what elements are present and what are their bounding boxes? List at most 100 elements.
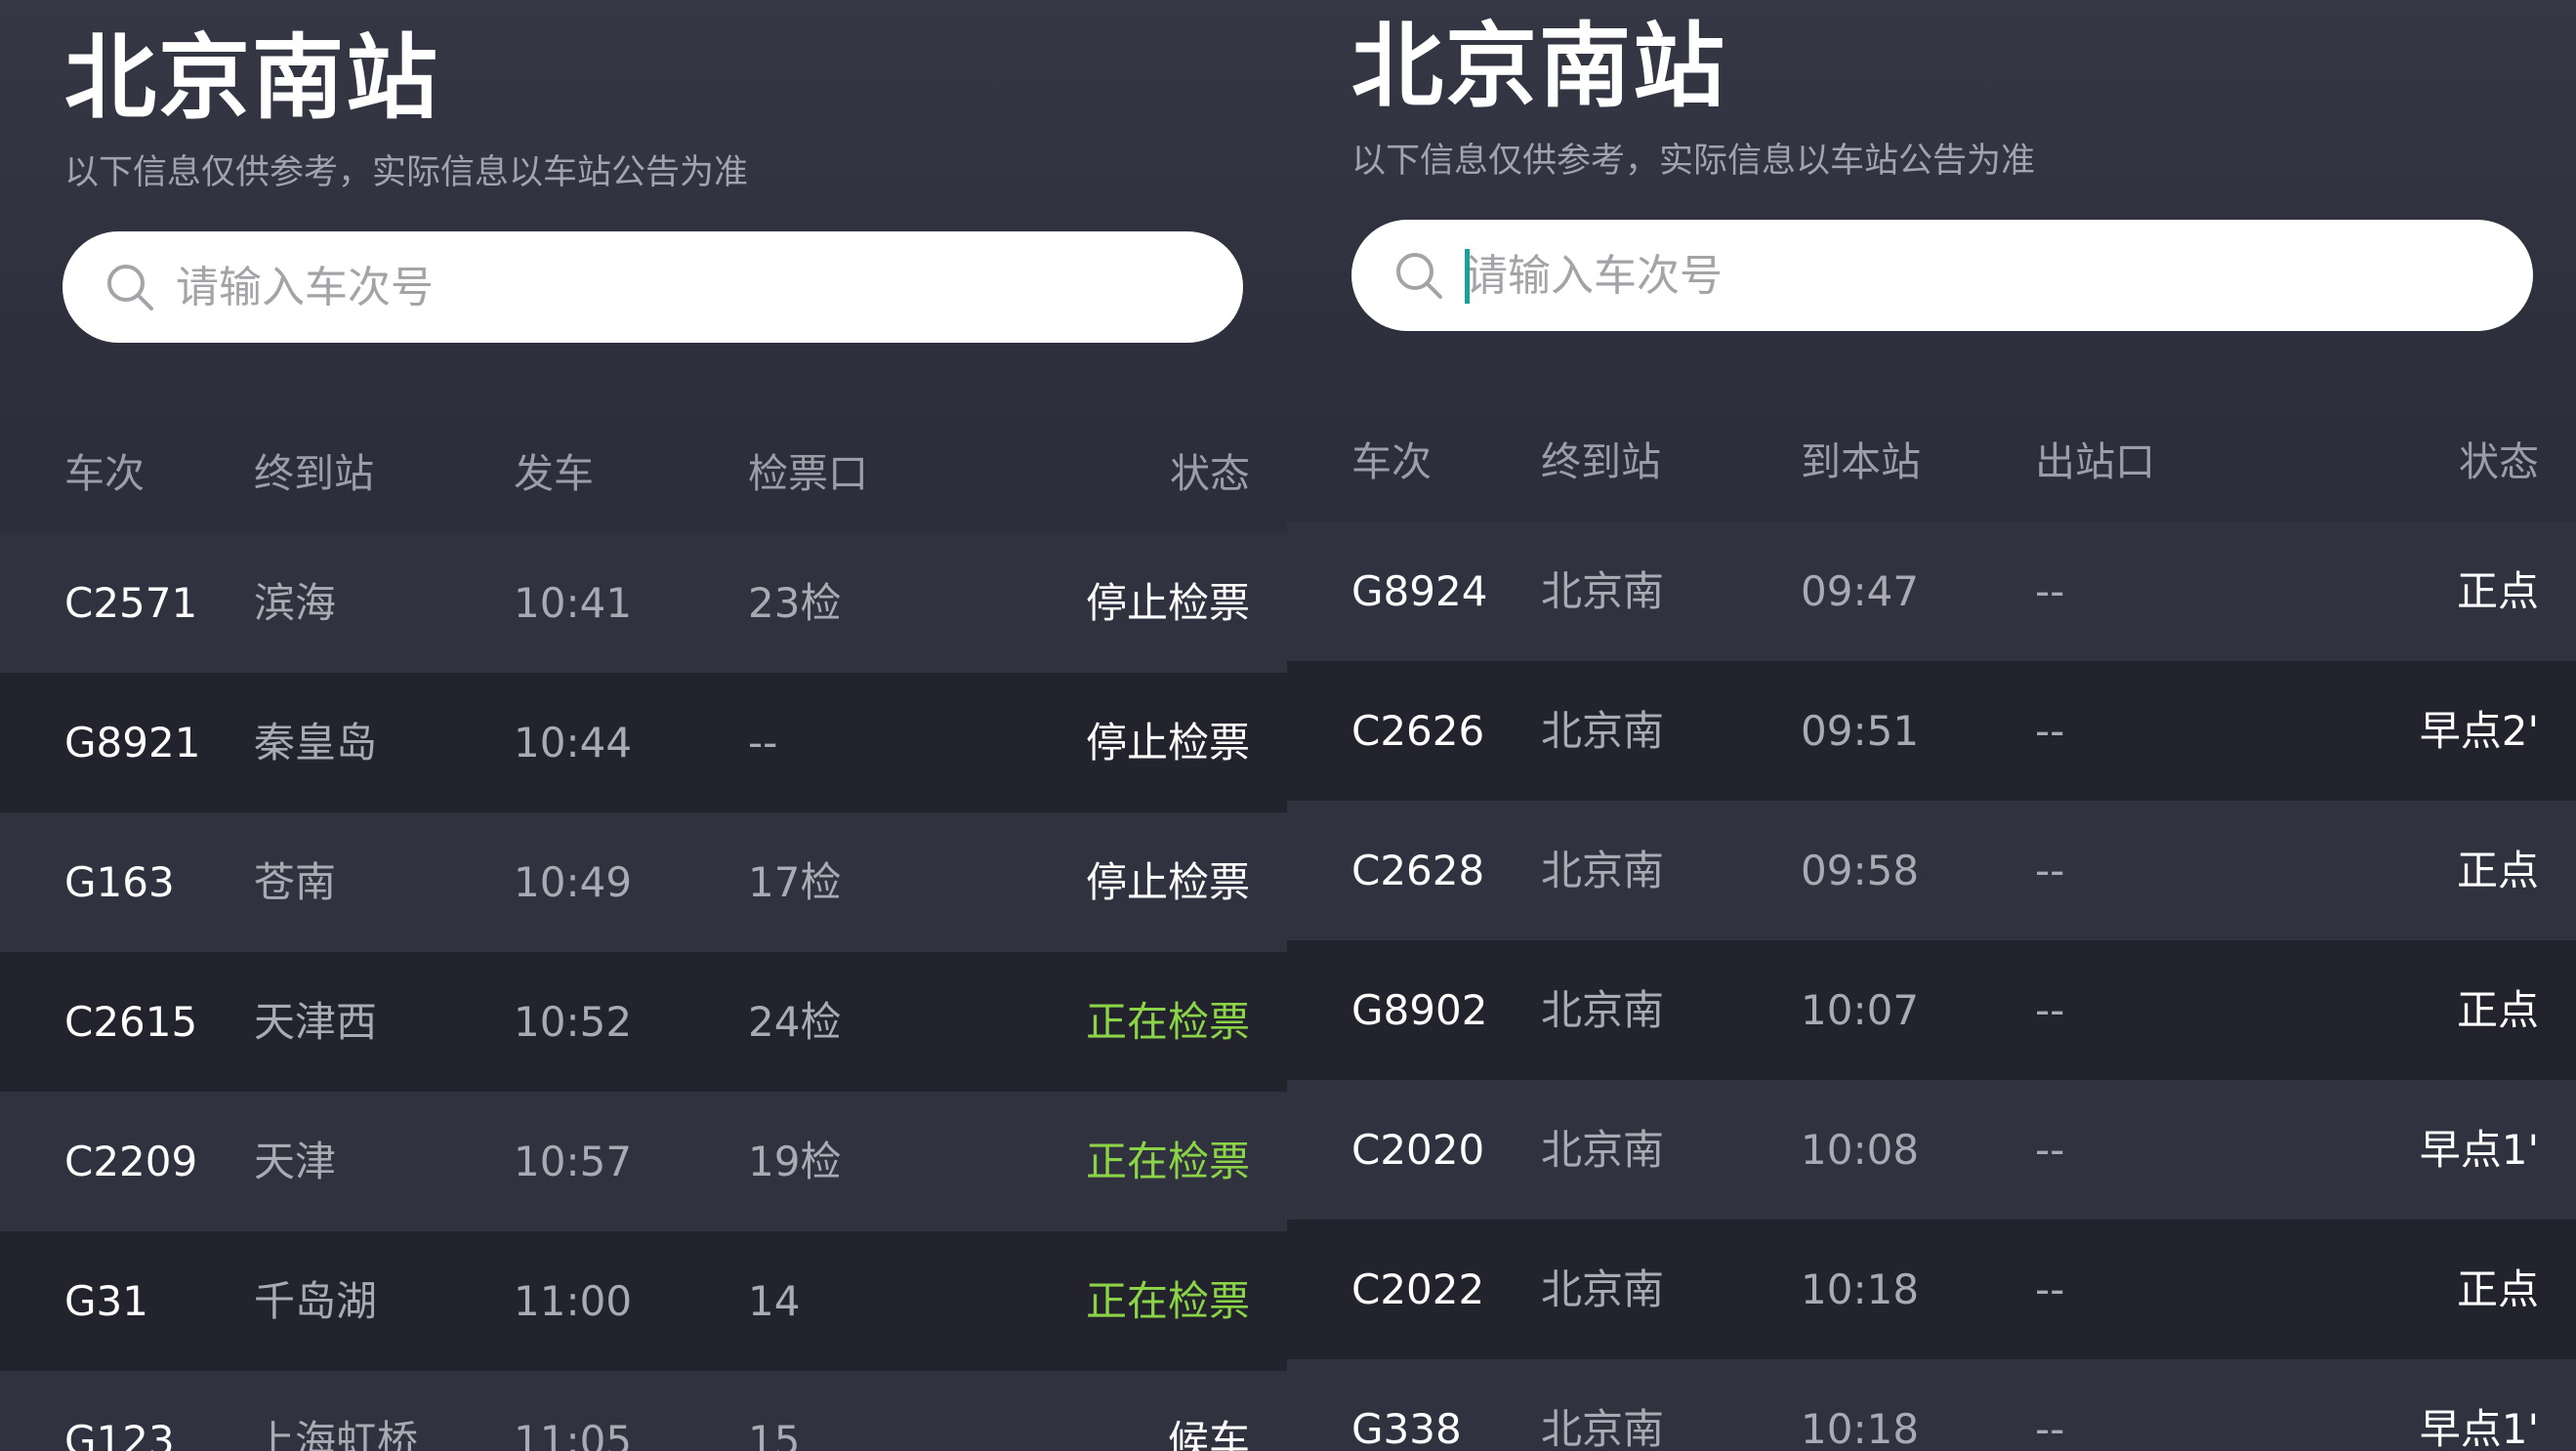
status-badge: 正点 (2456, 566, 2539, 615)
cell-gate: 24检 (748, 997, 842, 1046)
cell-time: 10:18 (1801, 1264, 1920, 1313)
cell-train: C2209 (64, 1137, 198, 1185)
cell-gate: 17检 (748, 857, 842, 906)
table-row[interactable]: G163 苍南 10:49 17检 停止检票 (0, 812, 1287, 952)
cell-dest: 北京南 (1541, 706, 1665, 755)
text-caret (1465, 249, 1470, 304)
table-row[interactable]: C2020 北京南 10:08 -- 早点1' (1287, 1080, 2576, 1220)
table-row[interactable]: G31 千岛湖 11:00 14 正在检票 (0, 1231, 1287, 1371)
cell-gate: -- (2035, 1125, 2065, 1174)
header-gate: 检票口 (748, 450, 868, 497)
search-input[interactable] (1465, 241, 2490, 310)
cell-gate: -- (2035, 1264, 2065, 1313)
cell-gate: -- (748, 718, 778, 767)
header-train: 车次 (1351, 438, 1432, 485)
cell-time: 10:44 (514, 718, 633, 767)
cell-train: G123 (64, 1416, 175, 1451)
cell-time: 10:08 (1801, 1125, 1920, 1174)
cell-dest: 天津 (254, 1137, 337, 1185)
search-icon (107, 265, 153, 311)
cell-dest: 千岛湖 (254, 1276, 378, 1325)
header-time: 到本站 (1801, 438, 1921, 485)
cell-gate: -- (2035, 566, 2065, 615)
status-badge: 正点 (2456, 846, 2539, 894)
header-status: 状态 (2459, 438, 2539, 485)
status-badge: 早点1' (2419, 1125, 2539, 1174)
status-badge: 正在检票 (1085, 1276, 1250, 1325)
status-badge: 正点 (2456, 1264, 2539, 1313)
search-box[interactable] (1351, 220, 2533, 331)
cell-time: 11:05 (514, 1416, 633, 1451)
status-badge: 正在检票 (1085, 997, 1250, 1046)
cell-gate: 19检 (748, 1137, 842, 1185)
table-row[interactable]: C2571 滨海 10:41 23检 停止检票 (0, 533, 1287, 673)
cell-time: 11:00 (514, 1276, 633, 1325)
cell-time: 10:07 (1801, 985, 1920, 1034)
status-badge: 正在检票 (1085, 1137, 1250, 1185)
cell-dest: 北京南 (1541, 1264, 1665, 1313)
status-badge: 停止检票 (1085, 718, 1250, 767)
cell-gate: 15 (748, 1416, 801, 1451)
status-badge: 正点 (2456, 985, 2539, 1034)
cell-train: C2020 (1351, 1125, 1485, 1174)
header-time: 发车 (514, 450, 594, 497)
disclaimer-text: 以下信息仅供参考，实际信息以车站公告为准 (64, 153, 749, 192)
header-dest: 终到站 (1541, 438, 1661, 485)
search-input[interactable] (176, 253, 1201, 321)
page-title: 北京南站 (64, 25, 440, 132)
cell-dest: 天津西 (254, 997, 378, 1046)
cell-dest: 苍南 (254, 857, 337, 906)
header-dest: 终到站 (254, 450, 374, 497)
cell-time: 09:51 (1801, 706, 1920, 755)
table-row[interactable]: G8921 秦皇岛 10:44 -- 停止检票 (0, 673, 1287, 812)
table-row[interactable]: C2628 北京南 09:58 -- 正点 (1287, 801, 2576, 940)
cell-gate: -- (2035, 846, 2065, 894)
status-badge: 早点1' (2419, 1404, 2539, 1451)
cell-train: G8902 (1351, 985, 1488, 1034)
cell-dest: 北京南 (1541, 1125, 1665, 1174)
cell-gate: -- (2035, 706, 2065, 755)
cell-dest: 北京南 (1541, 985, 1665, 1034)
cell-train: C2022 (1351, 1264, 1485, 1313)
cell-time: 10:52 (514, 997, 633, 1046)
cell-train: G163 (64, 857, 175, 906)
cell-train: G31 (64, 1276, 148, 1325)
header-gate: 出站口 (2035, 438, 2155, 485)
search-box[interactable] (62, 231, 1243, 343)
header-train: 车次 (64, 450, 145, 497)
cell-train: C2628 (1351, 846, 1485, 894)
cell-time: 10:41 (514, 578, 633, 627)
cell-gate: 14 (748, 1276, 801, 1325)
table-row[interactable]: C2626 北京南 09:51 -- 早点2' (1287, 661, 2576, 801)
status-badge: 早点2' (2419, 706, 2539, 755)
cell-train: G8924 (1351, 566, 1488, 615)
cell-gate: -- (2035, 1404, 2065, 1451)
search-icon (1396, 253, 1442, 299)
cell-time: 10:18 (1801, 1404, 1920, 1451)
table-row[interactable]: C2022 北京南 10:18 -- 正点 (1287, 1220, 2576, 1359)
cell-train: C2626 (1351, 706, 1485, 755)
table-row[interactable]: G123 上海虹桥 11:05 15 候车 (0, 1371, 1287, 1451)
disclaimer-text: 以下信息仅供参考，实际信息以车站公告为准 (1351, 142, 2036, 181)
cell-train: C2615 (64, 997, 198, 1046)
cell-train: G338 (1351, 1404, 1462, 1451)
cell-train: G8921 (64, 718, 201, 767)
status-badge: 停止检票 (1085, 857, 1250, 906)
cell-dest: 滨海 (254, 578, 337, 627)
status-badge: 停止检票 (1085, 578, 1250, 627)
cell-time: 09:58 (1801, 846, 1920, 894)
cell-dest: 上海虹桥 (254, 1416, 419, 1451)
cell-dest: 北京南 (1541, 846, 1665, 894)
header-status: 状态 (1170, 450, 1250, 497)
cell-dest: 北京南 (1541, 566, 1665, 615)
cell-dest: 北京南 (1541, 1404, 1665, 1451)
table-row[interactable]: G8902 北京南 10:07 -- 正点 (1287, 940, 2576, 1080)
page-title: 北京南站 (1351, 14, 1727, 120)
table-row[interactable]: C2209 天津 10:57 19检 正在检票 (0, 1092, 1287, 1231)
table-row[interactable]: G338 北京南 10:18 -- 早点1' (1287, 1359, 2576, 1451)
table-row[interactable]: G8924 北京南 09:47 -- 正点 (1287, 521, 2576, 661)
table-row[interactable]: C2615 天津西 10:52 24检 正在检票 (0, 952, 1287, 1092)
cell-dest: 秦皇岛 (254, 718, 378, 767)
cell-time: 10:49 (514, 857, 633, 906)
cell-gate: -- (2035, 985, 2065, 1034)
